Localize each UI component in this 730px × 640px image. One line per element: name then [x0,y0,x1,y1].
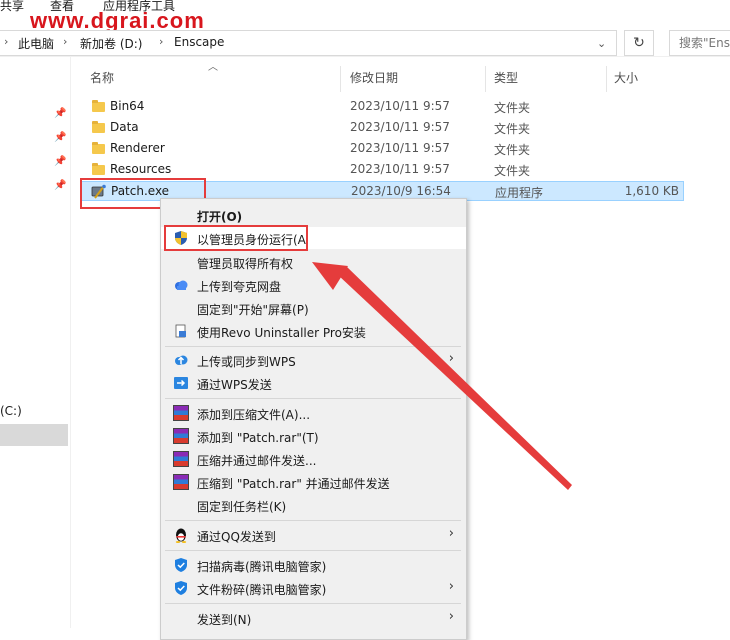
annotation-arrow [312,262,572,490]
